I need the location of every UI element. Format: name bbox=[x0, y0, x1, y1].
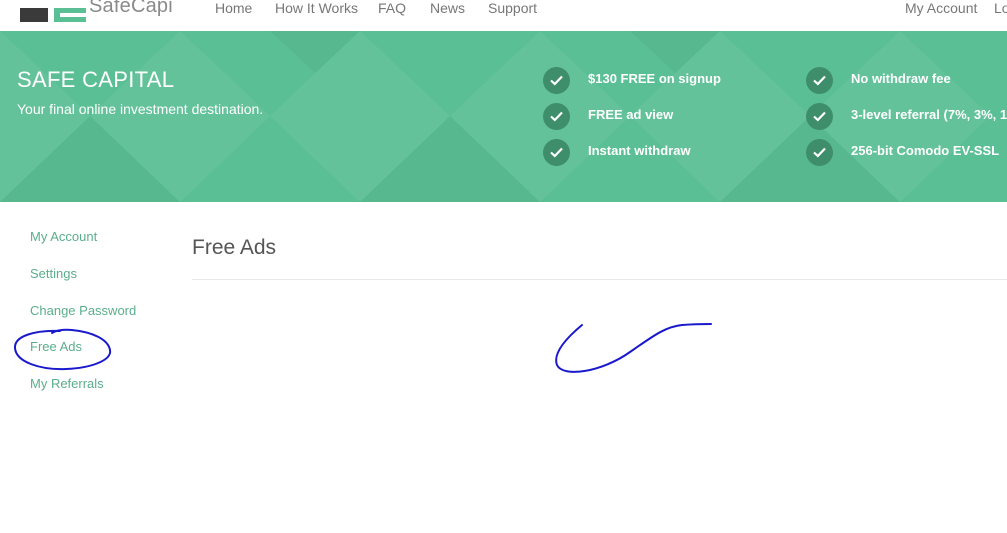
nav-login-link[interactable]: Lo bbox=[994, 0, 1007, 16]
nav-support-link[interactable]: Support bbox=[488, 0, 537, 16]
check-circle-icon bbox=[543, 103, 570, 130]
nav-how-it-works-link[interactable]: How It Works bbox=[275, 0, 358, 16]
feature-label: 256-bit Comodo EV-SSL bbox=[851, 143, 1000, 158]
feature-label: 3-level referral (7%, 3%, 1 bbox=[851, 107, 1007, 122]
brand-name[interactable]: SafeCapi bbox=[89, 0, 173, 18]
feature-label: $130 FREE on signup bbox=[588, 71, 721, 86]
hero-banner: SAFE CAPITAL Your final online investmen… bbox=[0, 31, 1007, 202]
nav-home-link[interactable]: Home bbox=[215, 0, 252, 16]
sidebar-item-my-referrals[interactable]: My Referrals bbox=[30, 376, 104, 391]
check-circle-icon bbox=[806, 139, 833, 166]
sidebar-item-settings[interactable]: Settings bbox=[30, 266, 77, 281]
page-title: Free Ads bbox=[192, 236, 277, 259]
title-divider bbox=[192, 279, 1007, 280]
feature-label: No withdraw fee bbox=[851, 71, 951, 86]
nav-news-link[interactable]: News bbox=[430, 0, 465, 16]
hero-subtitle: Your final online investment destination… bbox=[17, 101, 264, 117]
check-circle-icon bbox=[806, 67, 833, 94]
safecapital-logo-icon[interactable] bbox=[14, 0, 94, 24]
nav-faq-link[interactable]: FAQ bbox=[378, 0, 406, 16]
feature-label: FREE ad view bbox=[588, 107, 674, 122]
nav-my-account-link[interactable]: My Account bbox=[905, 0, 977, 16]
top-navigation: SafeCapi Home How It Works FAQ News Supp… bbox=[0, 0, 1007, 32]
hero-title: SAFE CAPITAL bbox=[17, 67, 175, 92]
check-circle-icon bbox=[543, 67, 570, 94]
feature-label: Instant withdraw bbox=[588, 143, 691, 158]
sidebar-item-my-account[interactable]: My Account bbox=[30, 229, 97, 244]
curve-annotation bbox=[555, 323, 712, 373]
sidebar-item-change-password[interactable]: Change Password bbox=[30, 303, 136, 318]
check-circle-icon bbox=[543, 139, 570, 166]
check-circle-icon bbox=[806, 103, 833, 130]
sidebar-item-free-ads[interactable]: Free Ads bbox=[30, 339, 82, 354]
